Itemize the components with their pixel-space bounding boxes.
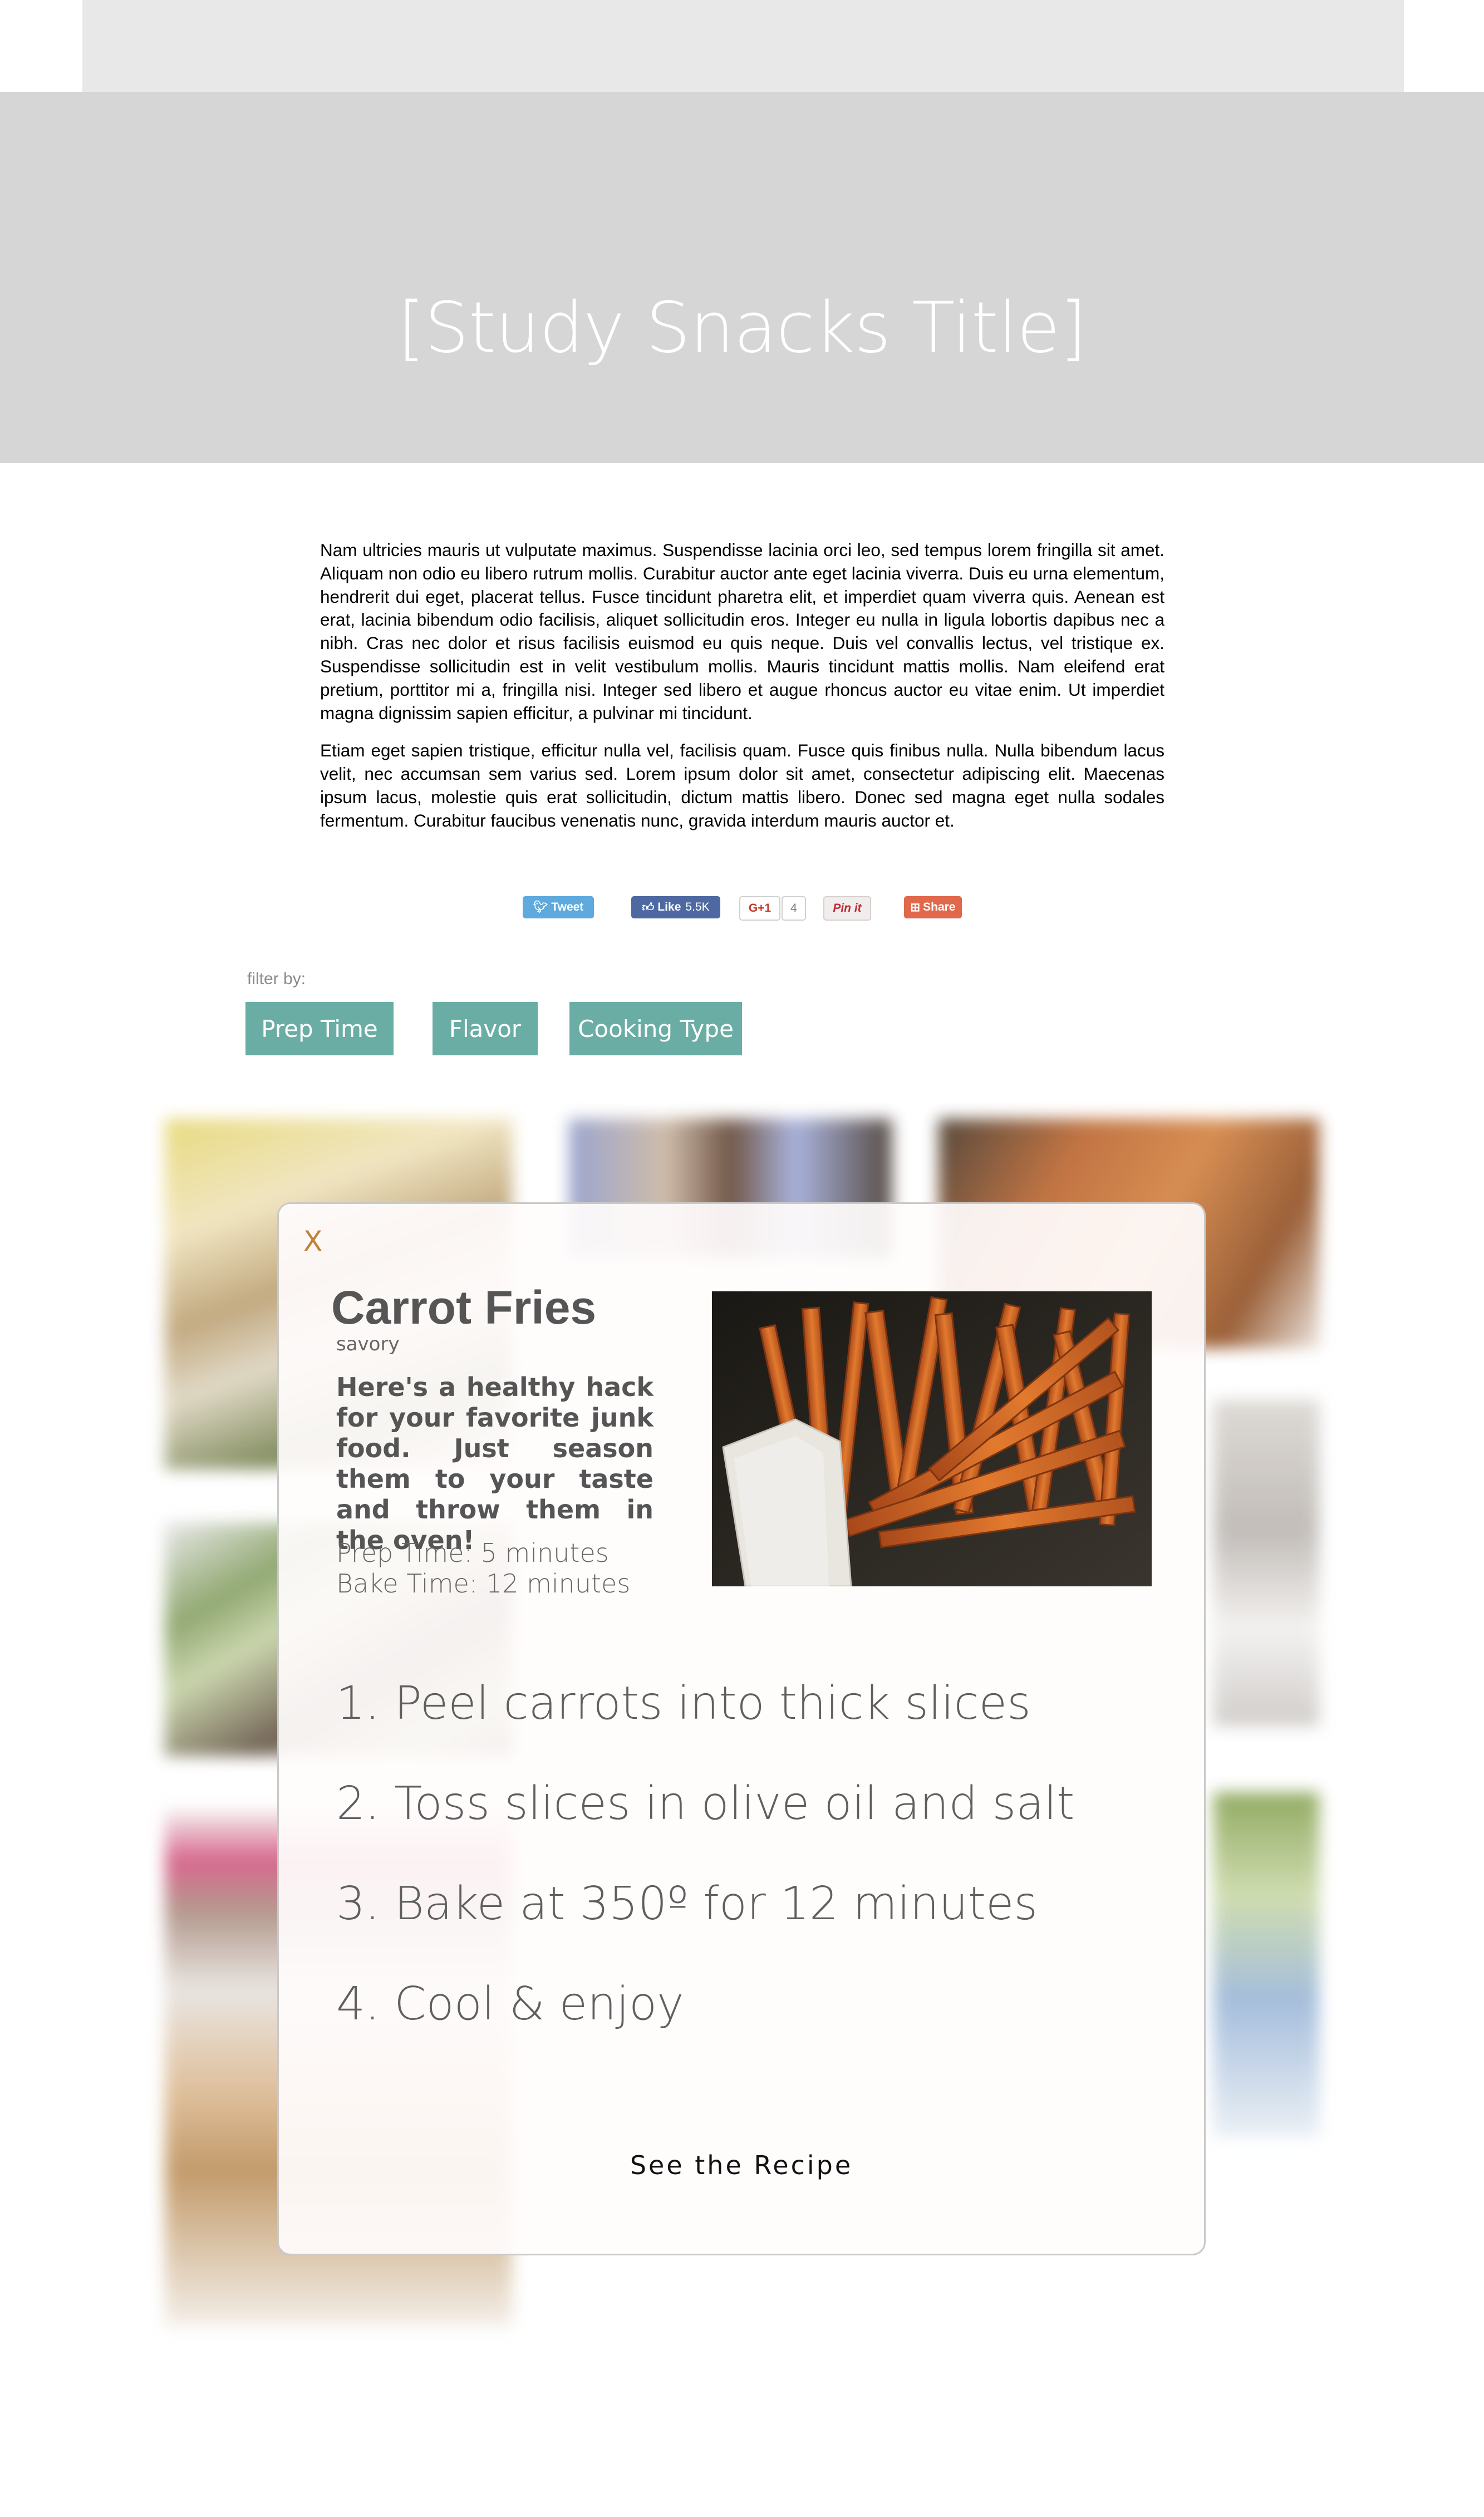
filter-prep-time-button[interactable]: Prep Time [245,1002,394,1055]
recipe-title: Carrot Fries [331,1281,597,1334]
filter-flavor-button[interactable]: Flavor [433,1002,538,1055]
bake-time: Bake Time: 12 minutes [336,1569,631,1599]
recipe-photo [712,1291,1152,1586]
pin-label: Pin it [833,902,862,915]
google-plus-button[interactable]: G+1 [739,896,780,921]
recipe-card-image[interactable] [1213,1792,1319,2137]
page-title: [Study Snacks Title] [397,287,1087,368]
recipe-step: 4. Cool & enjoy [336,1978,684,2031]
share-button[interactable]: ⊞ Share [904,896,962,918]
recipe-step: 2. Toss slices in olive oil and salt [336,1777,1075,1830]
filter-cooking-type-button[interactable]: Cooking Type [569,1002,742,1055]
recipe-modal: X Carrot Fries savory Here's a healthy h… [277,1202,1206,2255]
share-label: Share [923,901,956,913]
plus-box-icon: ⊞ [910,901,921,914]
intro-text: Nam ultricies mauris ut vulputate maximu… [320,539,1164,847]
gplus-count-value: 4 [790,902,797,915]
like-label: Like [657,901,681,913]
thumbs-up-icon: 👍︎ [642,901,655,914]
intro-paragraph: Etiam eget sapien tristique, efficitur n… [320,740,1164,830]
pinterest-button[interactable]: Pin it [823,896,871,921]
top-banner [82,0,1404,92]
close-button[interactable]: X [303,1225,322,1257]
twitter-bird-icon: 🐦︎ [533,901,548,913]
recipe-description: Here's a healthy hack for your favorite … [336,1372,653,1555]
google-plus-count: 4 [782,896,806,921]
intro-paragraph: Nam ultricies mauris ut vulputate maximu… [320,540,1164,723]
like-count: 5.5K [685,901,710,913]
carrot-fries-image [712,1291,1152,1586]
prep-time: Prep Time: 5 minutes [336,1538,609,1568]
tweet-button[interactable]: 🐦︎ Tweet [523,896,594,918]
recipe-step: 3. Bake at 350º for 12 minutes [336,1877,1038,1930]
facebook-like-button[interactable]: 👍︎ Like 5.5K [631,896,720,918]
hero-banner: [Study Snacks Title] [0,92,1484,463]
see-recipe-link[interactable]: See the Recipe [279,2150,1204,2180]
recipe-card-image[interactable] [1213,1400,1319,1726]
tweet-label: Tweet [551,901,584,913]
gplus-label: G+1 [748,902,772,915]
recipe-category: savory [336,1333,400,1355]
recipe-step: 1. Peel carrots into thick slices [336,1677,1031,1730]
filter-label: filter by: [247,970,306,988]
